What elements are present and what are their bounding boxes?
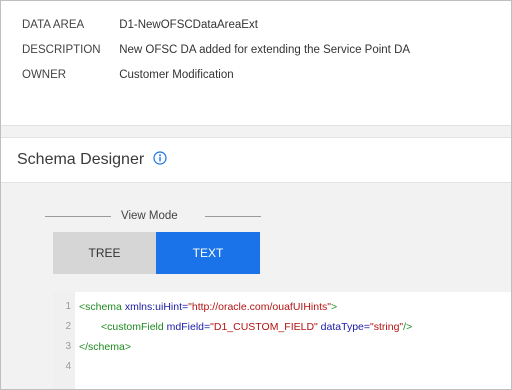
xml-attribute: mdField= <box>163 321 211 333</box>
line-number: 4 <box>65 361 71 372</box>
schema-designer-title: Schema Designer <box>17 151 145 168</box>
code-content: <customField mdField="D1_CUSTOM_FIELD" d… <box>101 317 412 337</box>
xml-tag: </schema> <box>79 341 131 353</box>
section-divider-band <box>1 125 511 137</box>
code-line: 1 <schema xmlns:uiHint="http://oracle.co… <box>53 297 511 317</box>
screen: DATA AREA D1-NewOFSCDataAreaExt DESCRIPT… <box>0 0 512 390</box>
xml-tag: <customField <box>101 321 164 333</box>
text-view-button[interactable]: TEXT <box>156 232 260 274</box>
code-line: 3 </schema> <box>53 337 511 357</box>
data-area-value: D1-NewOFSCDataAreaExt <box>119 19 258 31</box>
info-circle-icon[interactable] <box>153 151 167 165</box>
legend-line-left <box>45 216 111 217</box>
xml-attribute: xmlns:uiHint= <box>121 301 189 313</box>
code-content: </schema> <box>79 337 131 357</box>
view-mode-legend: View Mode <box>45 209 261 223</box>
owner-label: OWNER <box>22 69 67 81</box>
xml-tag-close: > <box>331 301 338 313</box>
tree-view-button[interactable]: TREE <box>53 232 156 274</box>
view-mode-label: View Mode <box>121 210 178 222</box>
code-line: 4 <box>53 357 511 377</box>
schema-designer-header: Schema Designer <box>1 137 511 183</box>
xml-value: "http://oracle.com/ouafUIHints" <box>188 301 331 313</box>
xml-value: "string" <box>370 321 404 333</box>
xml-tag-close: /> <box>403 321 413 333</box>
line-number: 2 <box>65 321 71 332</box>
data-area-header: DATA AREA D1-NewOFSCDataAreaExt DESCRIPT… <box>1 1 511 125</box>
code-line: 2 <customField mdField="D1_CUSTOM_FIELD"… <box>53 317 511 337</box>
schema-designer-body: View Mode TREE TEXT 1 <schema xmlns:uiHi… <box>1 183 511 389</box>
schema-text-editor[interactable]: 1 <schema xmlns:uiHint="http://oracle.co… <box>53 292 511 389</box>
info-row-description: DESCRIPTION New OFSC DA added for extend… <box>22 41 410 59</box>
owner-value: Customer Modification <box>119 69 234 81</box>
info-row-data-area: DATA AREA D1-NewOFSCDataAreaExt <box>22 16 258 34</box>
data-area-label: DATA AREA <box>22 19 85 31</box>
description-value: New OFSC DA added for extending the Serv… <box>119 44 411 56</box>
xml-attribute: dataType= <box>317 321 371 333</box>
schema-designer-title-wrap: Schema Designer <box>17 151 167 169</box>
xml-tag: <schema <box>79 301 122 313</box>
xml-value: "D1_CUSTOM_FIELD" <box>210 321 318 333</box>
code-content: <schema xmlns:uiHint="http://oracle.com/… <box>79 297 337 317</box>
line-number: 3 <box>65 341 71 352</box>
legend-line-right <box>205 216 261 217</box>
description-label: DESCRIPTION <box>22 44 101 56</box>
line-number: 1 <box>65 301 71 312</box>
info-row-owner: OWNER Customer Modification <box>22 66 234 84</box>
